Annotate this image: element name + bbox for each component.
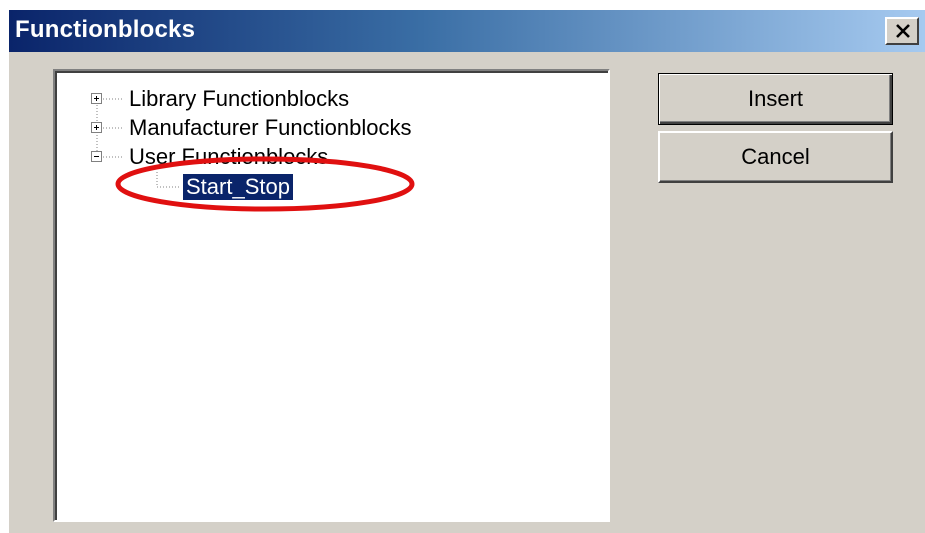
functionblocks-dialog: Functionblocks Library Functionblocks Ma… — [8, 10, 925, 533]
expand-plus-icon[interactable] — [91, 122, 102, 133]
collapse-minus-icon[interactable] — [91, 151, 102, 162]
expand-plus-icon[interactable] — [91, 93, 102, 104]
tree-item-user-functionblocks[interactable]: User Functionblocks — [129, 144, 328, 170]
close-icon — [896, 24, 910, 38]
tree-item-start-stop[interactable]: Start_Stop — [183, 174, 293, 200]
cancel-button[interactable]: Cancel — [658, 131, 893, 183]
insert-button[interactable]: Insert — [658, 73, 893, 125]
dialog-title: Functionblocks — [15, 16, 196, 43]
tree-item-manufacturer-functionblocks[interactable]: Manufacturer Functionblocks — [129, 115, 411, 141]
tree-item-library-functionblocks[interactable]: Library Functionblocks — [129, 86, 349, 112]
functionblock-tree[interactable]: Library Functionblocks Manufacturer Func… — [53, 69, 610, 522]
close-button[interactable] — [885, 17, 919, 45]
title-bar[interactable]: Functionblocks — [9, 10, 925, 52]
